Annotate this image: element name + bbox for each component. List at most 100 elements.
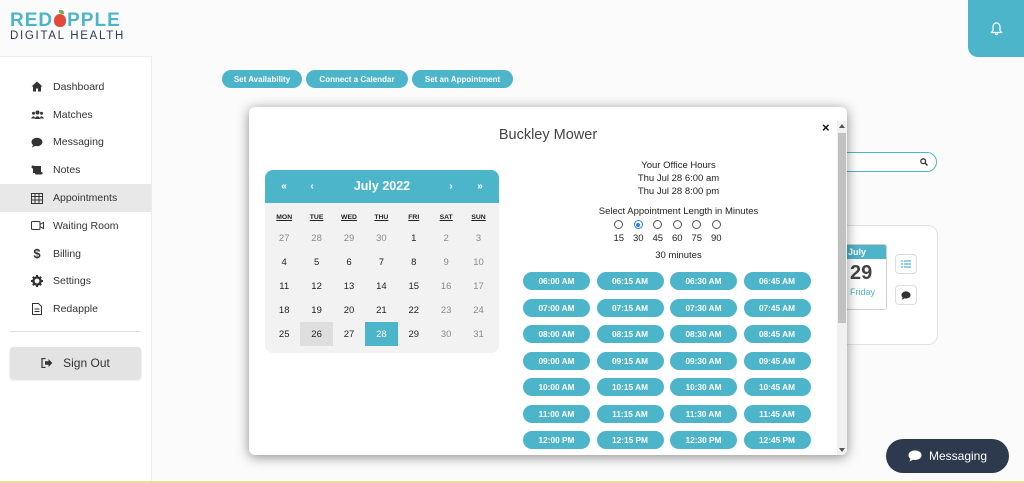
radio-button[interactable] xyxy=(672,220,682,229)
calendar-day[interactable]: 27 xyxy=(268,227,300,251)
time-slot-button[interactable]: 10:30 AM xyxy=(670,378,737,396)
calendar-day[interactable]: 23 xyxy=(430,298,462,322)
radio-button-selected[interactable] xyxy=(633,220,643,229)
calendar-day[interactable]: 5 xyxy=(300,251,332,275)
time-slot-button[interactable]: 07:15 AM xyxy=(596,298,664,317)
calendar-day-selected[interactable]: 28 xyxy=(365,322,398,346)
time-slot-button[interactable]: 11:00 AM xyxy=(523,404,590,423)
time-slot-button[interactable]: 11:15 AM xyxy=(596,404,664,423)
time-slot-button[interactable]: 12:45 PM xyxy=(743,431,811,449)
radio-button[interactable] xyxy=(653,220,663,229)
calendar-day[interactable]: 30 xyxy=(430,322,462,346)
time-slot-button[interactable]: 12:30 PM xyxy=(670,431,737,449)
scroll-up-icon[interactable] xyxy=(837,121,847,131)
radio-button[interactable] xyxy=(711,220,721,229)
close-icon[interactable]: × xyxy=(822,120,830,135)
calendar-day-today[interactable]: 26 xyxy=(300,322,333,346)
calendar-day[interactable]: 2 xyxy=(430,227,462,251)
calendar-day[interactable]: 30 xyxy=(365,227,397,251)
scrollbar-thumb[interactable] xyxy=(838,133,846,323)
calendar-day[interactable]: 29 xyxy=(398,322,430,346)
calendar-day[interactable]: 16 xyxy=(430,275,462,299)
time-slot-button[interactable]: 12:15 PM xyxy=(596,431,664,449)
calendar-day[interactable]: 22 xyxy=(398,298,430,322)
next-month-button[interactable]: › xyxy=(442,170,460,203)
time-slot-button[interactable]: 08:45 AM xyxy=(743,325,811,343)
length-option-45[interactable]: 45 xyxy=(648,220,668,244)
calendar-day[interactable]: 8 xyxy=(398,251,430,275)
time-slot-button[interactable]: 08:00 AM xyxy=(523,325,590,343)
time-slot-button[interactable]: 11:45 AM xyxy=(743,404,811,423)
calendar-day[interactable]: 13 xyxy=(333,275,365,299)
length-option-60[interactable]: 60 xyxy=(668,220,688,244)
time-slot-button[interactable]: 10:45 AM xyxy=(743,378,811,396)
sidebar-item-matches[interactable]: Matches xyxy=(0,101,151,129)
time-slot-button[interactable]: 08:30 AM xyxy=(670,325,737,343)
next-year-button[interactable]: » xyxy=(471,170,489,203)
calendar-day[interactable]: 9 xyxy=(430,251,462,275)
calendar-day[interactable]: 21 xyxy=(365,298,397,322)
time-slot-button[interactable]: 07:00 AM xyxy=(523,298,590,317)
time-slot-button[interactable]: 12:00 PM xyxy=(523,431,590,449)
time-slot-button[interactable]: 06:30 AM xyxy=(670,272,737,290)
time-slot-button[interactable]: 09:30 AM xyxy=(670,351,737,370)
length-option-90[interactable]: 90 xyxy=(707,220,727,244)
calendar-day[interactable]: 20 xyxy=(333,298,365,322)
prev-year-button[interactable]: « xyxy=(275,170,293,203)
sidebar-item-billing[interactable]: $ Billing xyxy=(0,240,151,268)
calendar-day[interactable]: 27 xyxy=(333,322,365,346)
calendar-day[interactable]: 15 xyxy=(398,275,430,299)
calendar-day[interactable]: 31 xyxy=(462,322,494,346)
calendar-day[interactable]: 6 xyxy=(333,251,365,275)
sidebar-item-redapple[interactable]: Redapple xyxy=(0,295,151,323)
radio-button[interactable] xyxy=(692,220,702,229)
prev-month-button[interactable]: ‹ xyxy=(303,170,321,203)
sign-out-button[interactable]: Sign Out xyxy=(10,347,141,380)
time-slot-button[interactable]: 07:30 AM xyxy=(670,298,737,317)
calendar-day[interactable]: 28 xyxy=(300,227,332,251)
list-button[interactable] xyxy=(895,254,917,274)
sidebar-item-appointments[interactable]: Appointments xyxy=(0,184,151,212)
notifications-button[interactable] xyxy=(968,0,1024,57)
calendar-day[interactable]: 25 xyxy=(268,322,300,346)
length-option-75[interactable]: 75 xyxy=(687,220,707,244)
calendar-day[interactable]: 3 xyxy=(462,227,494,251)
length-option-15[interactable]: 15 xyxy=(609,220,629,244)
calendar-day[interactable]: 24 xyxy=(462,298,494,322)
sidebar-item-dashboard[interactable]: Dashboard xyxy=(0,73,151,101)
scroll-down-icon[interactable] xyxy=(837,445,847,455)
time-slot-button[interactable]: 10:00 AM xyxy=(523,378,590,396)
time-slot-button[interactable]: 10:15 AM xyxy=(596,378,664,396)
time-slot-button[interactable]: 06:00 AM xyxy=(523,272,590,290)
sidebar-item-waiting-room[interactable]: Waiting Room xyxy=(0,212,151,240)
connect-calendar-button[interactable]: Connect a Calendar xyxy=(306,70,408,88)
calendar-day[interactable]: 12 xyxy=(300,275,332,299)
calendar-day[interactable]: 14 xyxy=(365,275,397,299)
sidebar-item-messaging[interactable]: Messaging xyxy=(0,129,151,157)
sidebar-item-settings[interactable]: Settings xyxy=(0,268,151,296)
time-slot-button[interactable]: 09:00 AM xyxy=(523,351,590,370)
time-slot-button[interactable]: 11:30 AM xyxy=(670,404,737,423)
calendar-day[interactable]: 19 xyxy=(300,298,332,322)
sidebar-item-notes[interactable]: Notes xyxy=(0,156,151,184)
time-slot-button[interactable]: 08:15 AM xyxy=(596,325,664,343)
modal-scrollbar[interactable] xyxy=(837,121,847,455)
time-slot-button[interactable]: 06:45 AM xyxy=(743,272,811,290)
radio-button[interactable] xyxy=(614,220,624,229)
time-slot-button[interactable]: 06:15 AM xyxy=(596,272,664,290)
messaging-button[interactable]: Messaging xyxy=(886,439,1009,473)
calendar-day[interactable]: 10 xyxy=(462,251,494,275)
message-button[interactable] xyxy=(895,285,917,305)
calendar-day[interactable]: 4 xyxy=(268,251,300,275)
calendar-day[interactable]: 7 xyxy=(365,251,397,275)
calendar-day[interactable]: 1 xyxy=(398,227,430,251)
time-slot-button[interactable]: 09:45 AM xyxy=(743,351,811,370)
calendar-day[interactable]: 18 xyxy=(268,298,300,322)
length-option-30[interactable]: 30 xyxy=(629,220,649,244)
set-appointment-button[interactable]: Set an Appointment xyxy=(412,70,513,88)
calendar-day[interactable]: 17 xyxy=(462,275,494,299)
calendar-day[interactable]: 11 xyxy=(268,275,300,299)
calendar-day[interactable]: 29 xyxy=(333,227,365,251)
time-slot-button[interactable]: 07:45 AM xyxy=(743,298,811,317)
time-slot-button[interactable]: 09:15 AM xyxy=(596,351,664,370)
